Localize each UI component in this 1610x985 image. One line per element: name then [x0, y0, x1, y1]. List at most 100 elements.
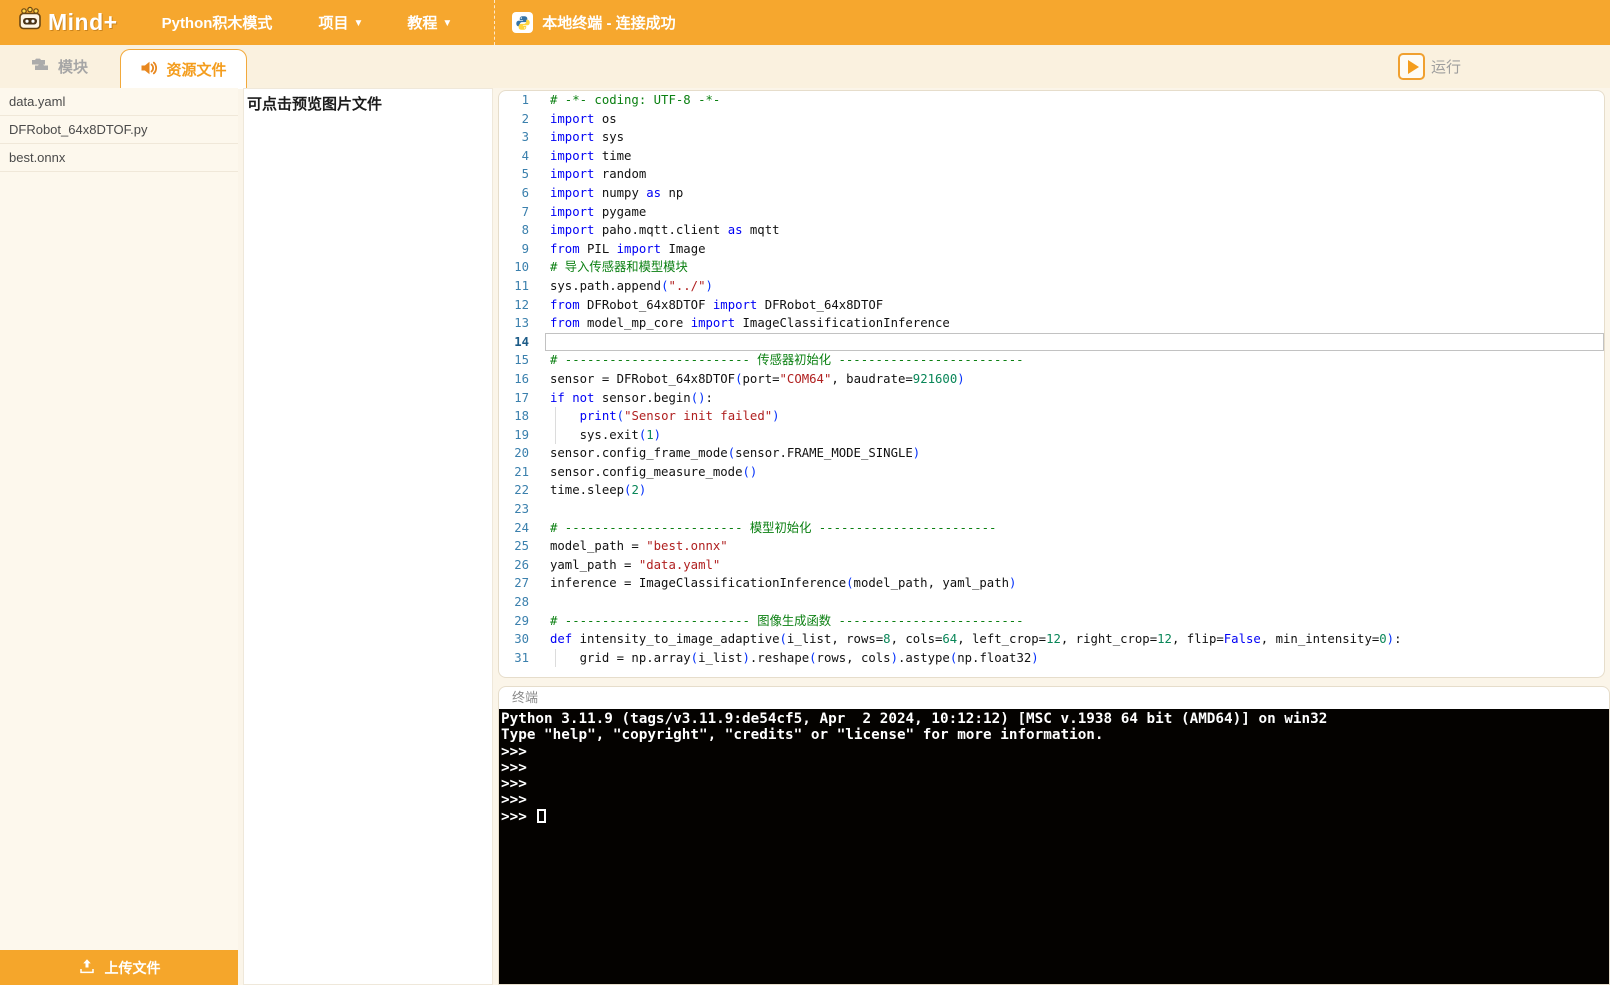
file-list: data.yaml DFRobot_64x8DTOF.py best.onnx [0, 88, 238, 950]
line-number: 1 [521, 93, 529, 107]
line-number: 20 [514, 446, 529, 461]
line-number: 27 [514, 576, 529, 591]
code-text: import paho.mqtt.client as mqtt [550, 223, 780, 238]
code-line[interactable]: 16 sensor = DFRobot_64x8DTOF(port="COM64"… [499, 370, 1604, 389]
file-item[interactable]: DFRobot_64x8DTOF.py [0, 116, 238, 144]
code-line[interactable]: 19 sys.exit(1) [499, 425, 1604, 445]
menu-tutorial[interactable]: 教程 ▼ [407, 12, 452, 33]
code-line[interactable]: 7 import pygame [499, 203, 1604, 222]
menu-project[interactable]: 项目 ▼ [318, 12, 363, 33]
menu-python-block-mode[interactable]: Python积木模式 [162, 12, 273, 33]
line-number: 19 [514, 427, 529, 442]
terminal-line: >>> [501, 808, 1609, 825]
code-line[interactable]: 6 import numpy as np [499, 184, 1604, 203]
code-line[interactable]: 11 sys.path.append("../") [499, 277, 1604, 296]
code-line[interactable]: 20 sensor.config_frame_mode(sensor.FRAME_… [499, 444, 1604, 463]
code-line[interactable]: 30 def intensity_to_image_adaptive(i_list… [499, 630, 1604, 649]
terminal-output[interactable]: Python 3.11.9 (tags/v3.11.9:de54cf5, Apr… [499, 709, 1609, 984]
line-number: 22 [514, 483, 529, 498]
code-line[interactable]: 14 [499, 332, 1604, 352]
code-line[interactable]: 1 # -*- coding: UTF-8 -*- [499, 91, 1604, 110]
code-line[interactable]: 3 import sys [499, 128, 1604, 147]
header-divider [494, 0, 496, 45]
line-number: 10 [514, 260, 529, 275]
line-number: 28 [514, 595, 529, 610]
code-line[interactable]: 25 model_path = "best.onnx" [499, 537, 1604, 556]
line-number: 26 [514, 557, 529, 572]
speaker-icon [140, 60, 158, 80]
code-line[interactable]: 29 # ------------------------- 图像生成函数 ---… [499, 612, 1604, 631]
code-text: import numpy as np [550, 185, 684, 200]
terminal-line: >>> [501, 759, 527, 776]
code-line[interactable]: 23 [499, 500, 1604, 519]
chevron-down-icon: ▼ [353, 18, 364, 29]
line-number: 2 [521, 111, 529, 126]
code-line[interactable]: 27 inference = ImageClassificationInferen… [499, 574, 1604, 593]
terminal-line: Python 3.11.9 (tags/v3.11.9:de54cf5, Apr… [501, 711, 1328, 727]
tab-resources[interactable]: 资源文件 [120, 49, 247, 89]
code-line[interactable]: 18 print("Sensor init failed") [499, 407, 1604, 426]
code-line[interactable]: 31 grid = np.array(i_list).reshape(rows,… [499, 648, 1604, 668]
upload-file-button[interactable]: 上传文件 [0, 950, 238, 985]
terminal-line: >>> [501, 743, 527, 760]
preview-panel[interactable]: 可点击预览图片文件 [243, 88, 493, 985]
code-text: def intensity_to_image_adaptive(i_list, … [550, 632, 1402, 647]
tab-modules[interactable]: 模块 [30, 56, 88, 77]
code-text: print("Sensor init failed") [579, 409, 780, 424]
code-line[interactable]: 4 import time [499, 147, 1604, 166]
line-number: 30 [514, 632, 529, 647]
mindplus-logo[interactable]: Mind+ [16, 6, 118, 39]
code-line[interactable]: 10 # 导入传感器和模型模块 [499, 258, 1604, 277]
line-number: 5 [521, 167, 529, 182]
code-line[interactable]: 8 import paho.mqtt.client as mqtt [499, 221, 1604, 240]
code-line[interactable]: 12 from DFRobot_64x8DTOF import DFRobot_6… [499, 296, 1604, 315]
chevron-down-icon: ▼ [442, 18, 453, 29]
terminal-panel: 终端 Python 3.11.9 (tags/v3.11.9:de54cf5, … [498, 686, 1610, 985]
robot-logo-icon [16, 6, 44, 39]
python-icon [512, 12, 534, 33]
code-text: import pygame [550, 204, 647, 219]
code-line[interactable]: 15 # ------------------------- 传感器初始化 ---… [499, 351, 1604, 370]
terminal-title: 终端 [512, 690, 539, 705]
line-number: 21 [514, 464, 529, 479]
file-item[interactable]: data.yaml [0, 88, 238, 116]
line-number: 3 [521, 130, 529, 145]
active-line-highlight [545, 332, 1604, 352]
code-line[interactable]: 28 [499, 593, 1604, 612]
indent-guide [555, 648, 556, 668]
code-line[interactable]: 26 yaml_path = "data.yaml" [499, 556, 1604, 575]
line-number: 25 [514, 539, 529, 554]
code-text: sys.exit(1) [550, 427, 662, 442]
code-line[interactable]: 5 import random [499, 165, 1604, 184]
code-text: time.sleep(2) [550, 483, 647, 498]
code-line[interactable]: 17 if not sensor.begin(): [499, 389, 1604, 408]
code-text: # ------------------------ 模型初始化 -------… [550, 520, 997, 535]
code-line[interactable]: 9 from PIL import Image [499, 240, 1604, 259]
terminal-status[interactable]: 本地终端 - 连接成功 [512, 12, 676, 33]
code-line[interactable]: 13 from model_mp_core import ImageClassif… [499, 314, 1604, 333]
code-line[interactable]: 24 # ------------------------ 模型初始化 -----… [499, 519, 1604, 538]
run-button[interactable]: 运行 [1398, 53, 1461, 80]
mindplus-app: Mind+ Python积木模式 项目 ▼ 教程 ▼ 本地终端 - 连接成功 模… [0, 0, 1610, 985]
indent-guide [555, 425, 556, 445]
code-text: # 导入传感器和模型模块 [550, 260, 688, 275]
code-text: import os [550, 111, 617, 126]
line-number: 13 [514, 316, 529, 331]
tab-bar: 模块 资源文件 运行 [0, 45, 1610, 89]
code-text: from model_mp_core import ImageClassific… [550, 316, 950, 331]
line-number: 14 [514, 334, 529, 349]
upload-icon [78, 957, 96, 978]
code-line[interactable]: 22 time.sleep(2) [499, 481, 1604, 500]
line-number: 23 [514, 502, 529, 517]
terminal-line: >>> [501, 792, 527, 809]
code-line[interactable]: 21 sensor.config_measure_mode() [499, 463, 1604, 482]
line-number: 17 [514, 390, 529, 405]
line-number: 8 [521, 223, 529, 238]
code-text: import time [550, 148, 632, 163]
code-line[interactable]: 2 import os [499, 110, 1604, 129]
line-number: 15 [514, 353, 529, 368]
code-editor[interactable]: 1 # -*- coding: UTF-8 -*- 2 import os 3 impor… [498, 90, 1605, 678]
run-label: 运行 [1431, 59, 1462, 76]
file-item[interactable]: best.onnx [0, 144, 238, 172]
code-text: from PIL import Image [550, 241, 706, 256]
